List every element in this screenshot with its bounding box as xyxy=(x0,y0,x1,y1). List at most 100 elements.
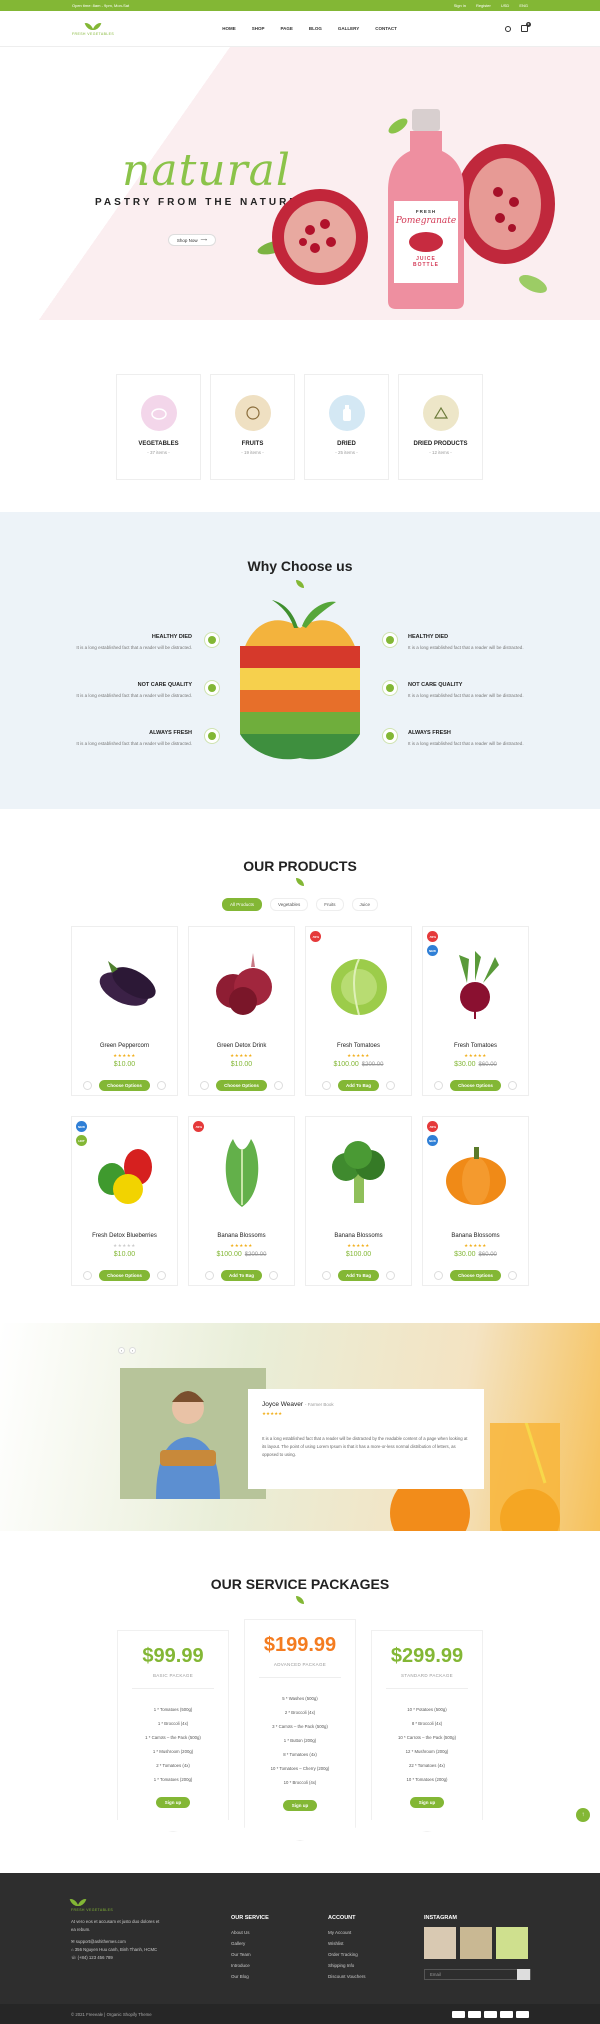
wishlist-icon[interactable] xyxy=(322,1081,332,1090)
choose-options-button[interactable]: Choose Options xyxy=(450,1080,501,1091)
tab-vegetables[interactable]: Vegetables xyxy=(269,898,309,911)
wishlist-icon[interactable] xyxy=(83,1271,93,1280)
send-icon[interactable] xyxy=(517,1969,530,1980)
footer-email[interactable]: ✉ support@ashithemes.com xyxy=(71,1938,161,1946)
category-card-dried-products[interactable]: DRIED PRODUCTS - 12 items - xyxy=(398,374,483,480)
sign-up-button[interactable]: Sign up xyxy=(409,1797,445,1808)
new-badge: NEW xyxy=(76,1121,87,1132)
sign-in-link[interactable]: Sign in xyxy=(454,3,466,8)
nav-blog[interactable]: BLOG xyxy=(309,26,322,31)
product-name: Green Peppercorn xyxy=(99,1043,150,1049)
product-card[interactable]: NEW HOT Fresh Detox Blueberries ★★★★★ $1… xyxy=(71,1116,178,1286)
search-icon[interactable] xyxy=(504,25,511,32)
footer-link[interactable]: About Us xyxy=(231,1927,269,1938)
footer-col-title: OUR SERVICE xyxy=(231,1915,269,1921)
tab-fruits[interactable]: Fruits xyxy=(316,898,344,911)
sign-up-button[interactable]: Sign up xyxy=(282,1800,318,1811)
feature-title: HEALTHY DIED xyxy=(151,634,192,640)
heart-icon xyxy=(204,632,220,648)
sale-badge: -50% xyxy=(193,1121,204,1132)
product-card[interactable]: -50% NEW Banana Blossoms ★★★★★ $30.00 $60… xyxy=(422,1116,529,1286)
add-to-bag-button[interactable]: Add To Bag xyxy=(338,1270,379,1281)
product-card[interactable]: -50% Fresh Tomatoes ★★★★★ $100.00 $200.00… xyxy=(305,926,412,1096)
wishlist-icon[interactable] xyxy=(434,1081,444,1090)
testimonial-section: Joyce Weaver - Farmer Book ★★★★★ It is a… xyxy=(0,1323,600,1531)
footer-link[interactable]: Order Tracking xyxy=(328,1949,366,1960)
prev-arrow-icon[interactable]: ‹ xyxy=(118,1347,125,1354)
product-card[interactable]: Green Detox Drink ★★★★★ $10.00 Choose Op… xyxy=(188,926,295,1096)
leaf-icon xyxy=(519,275,547,293)
footer-link[interactable]: Wishlist xyxy=(328,1938,366,1949)
pricing-card-standard: $299.99 STANDARD PACKAGE 10 * Potatoes (… xyxy=(371,1630,483,1832)
category-card-vegetables[interactable]: VEGETABLES - 37 items - xyxy=(116,374,201,480)
currency-select[interactable]: USD xyxy=(501,3,509,8)
product-card[interactable]: -50% Banana Blossoms ★★★★★ $100.00 $200.0… xyxy=(188,1116,295,1286)
plan-name: STANDARD PACKAGE xyxy=(386,1673,468,1689)
footer-link[interactable]: My Account xyxy=(328,1927,366,1938)
sign-up-button[interactable]: Sign up xyxy=(155,1797,191,1808)
shop-now-button[interactable]: Shop Now ⟶ xyxy=(168,234,216,246)
instagram-photo[interactable] xyxy=(496,1927,528,1959)
plan-price: $299.99 xyxy=(390,1645,464,1667)
quick-view-icon[interactable] xyxy=(385,1081,395,1090)
footer-link[interactable]: Our Blog xyxy=(231,1971,269,1982)
category-list: VEGETABLES - 37 items - FRUITS - 19 item… xyxy=(116,374,483,480)
wishlist-icon[interactable] xyxy=(322,1271,332,1280)
choose-options-button[interactable]: Choose Options xyxy=(99,1270,150,1281)
footer-link[interactable]: Gallery xyxy=(231,1938,269,1949)
cart-icon[interactable]: 0 xyxy=(520,22,531,32)
language-select[interactable]: ENG xyxy=(519,3,528,8)
newsletter-email-field[interactable]: Email xyxy=(424,1969,531,1980)
instagram-photo[interactable] xyxy=(424,1927,456,1959)
wishlist-icon[interactable] xyxy=(434,1271,444,1280)
register-link[interactable]: Register xyxy=(476,3,491,8)
choose-options-button[interactable]: Choose Options xyxy=(99,1080,150,1091)
footer-col-account: ACCOUNT My Account Wishlist Order Tracki… xyxy=(328,1915,366,1982)
footer-link[interactable]: Discount Vouchers xyxy=(328,1971,366,1982)
vegetable-icon xyxy=(140,395,177,431)
choose-options-button[interactable]: Choose Options xyxy=(216,1080,267,1091)
tab-juice[interactable]: Juice xyxy=(351,898,379,911)
footer-col-service: OUR SERVICE About Us Gallery Our Team In… xyxy=(231,1915,269,1982)
quick-view-icon[interactable] xyxy=(268,1271,278,1280)
product-card[interactable]: Green Peppercorn ★★★★★ $10.00 Choose Opt… xyxy=(71,926,178,1096)
product-card[interactable]: Banana Blossoms ★★★★★ $100.00 Add To Bag xyxy=(305,1116,412,1286)
footer-link[interactable]: Shipping Info xyxy=(328,1960,366,1971)
scroll-to-top-button[interactable]: ↑ xyxy=(576,1808,590,1822)
leaf-icon xyxy=(84,21,102,32)
category-card-fruits[interactable]: FRUITS - 19 items - xyxy=(210,374,295,480)
nav-contact[interactable]: CONTACT xyxy=(375,26,397,31)
nav-home[interactable]: HOME xyxy=(222,26,236,31)
choose-options-button[interactable]: Choose Options xyxy=(450,1270,501,1281)
product-card[interactable]: -50% NEW Fresh Tomatoes ★★★★★ $30.00 $60.… xyxy=(422,926,529,1096)
nav-page[interactable]: PAGE xyxy=(280,26,292,31)
quick-view-icon[interactable] xyxy=(385,1271,395,1280)
add-to-bag-button[interactable]: Add To Bag xyxy=(338,1080,379,1091)
footer-logo[interactable]: FRESH VEGETABLES xyxy=(69,1897,161,1912)
plan-feature: 1 * Tomatoes (500g) xyxy=(153,1707,193,1712)
instagram-photo[interactable] xyxy=(460,1927,492,1959)
footer-phone[interactable]: ☏ (+84) 123 456 789 xyxy=(71,1954,161,1962)
quick-view-icon[interactable] xyxy=(507,1081,517,1090)
next-arrow-icon[interactable]: › xyxy=(129,1347,136,1354)
add-to-bag-button[interactable]: Add To Bag xyxy=(221,1270,262,1281)
nav-shop[interactable]: SHOP xyxy=(252,26,265,31)
nav-gallery[interactable]: GALLERY xyxy=(338,26,359,31)
quick-view-icon[interactable] xyxy=(507,1271,517,1280)
plan-price: $99.99 xyxy=(142,1645,204,1667)
truck-icon xyxy=(204,728,220,744)
wishlist-icon[interactable] xyxy=(200,1081,210,1090)
quick-view-icon[interactable] xyxy=(156,1271,166,1280)
category-card-dried[interactable]: DRIED - 25 items - xyxy=(304,374,389,480)
quick-view-icon[interactable] xyxy=(273,1081,283,1090)
logo[interactable]: FRESH VEGETABLES xyxy=(72,21,114,36)
quick-view-icon[interactable] xyxy=(156,1081,166,1090)
tab-all-products[interactable]: All Products xyxy=(221,898,262,911)
category-name: DRIED PRODUCTS xyxy=(413,441,468,447)
footer-link[interactable]: Introduce xyxy=(231,1960,269,1971)
feature-desc: It is a long established fact that a rea… xyxy=(408,741,524,746)
top-bar: Open time: 8am - 9pm, Mon-Sat Sign in Re… xyxy=(0,0,600,11)
footer-link[interactable]: Our Team xyxy=(231,1949,269,1960)
wishlist-icon[interactable] xyxy=(83,1081,93,1090)
wishlist-icon[interactable] xyxy=(205,1271,215,1280)
